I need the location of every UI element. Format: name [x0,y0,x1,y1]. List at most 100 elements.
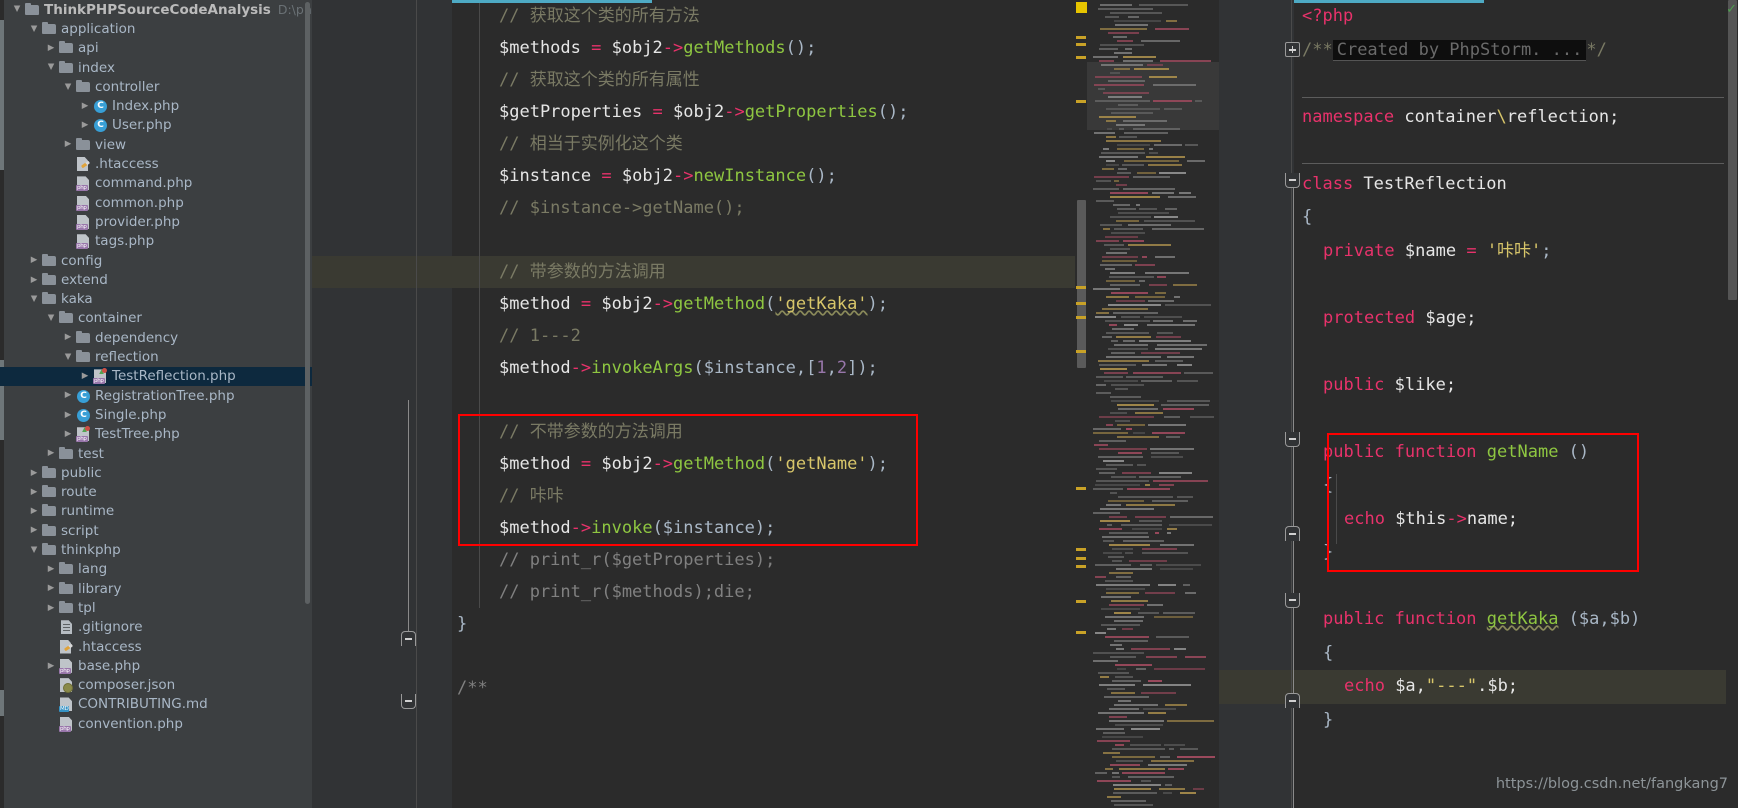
fold-marker-line44[interactable] [401,631,416,646]
warning-marker[interactable] [1076,557,1086,560]
tree-item-convention-php[interactable]: ▶convention.php [0,714,312,733]
warning-marker[interactable] [1076,43,1086,46]
chevron-right-icon[interactable]: ▶ [44,662,58,671]
tree-item-testreflection-php[interactable]: ▶ TestReflection.php [0,366,312,386]
code-line[interactable]: $method = $obj2->getMethod('getName'); [499,448,888,480]
tree-item-extend[interactable]: ▶ extend [0,270,312,289]
tree-item-lang[interactable]: ▶ lang [0,560,312,579]
tree-item-contributing-md[interactable]: ▶CONTRIBUTING.md [0,695,312,714]
code-line[interactable]: { [1323,637,1333,671]
code-line[interactable]: namespace container\reflection; [1302,101,1619,135]
chevron-down-icon[interactable]: ▼ [44,63,58,72]
chevron-right-icon[interactable]: ▶ [44,44,58,53]
code-line[interactable]: $method->invokeArgs($instance,[1,2]); [499,352,878,384]
tree-item-base-php[interactable]: ▶ base.php [0,656,312,675]
code-line[interactable]: // 带参数的方法调用 [499,256,666,288]
code-line[interactable]: $getProperties = $obj2->getProperties(); [499,96,908,128]
editor-right-code-area[interactable]: <?php /** Created by PhpStorm. ... */ namesp… [1294,0,1738,808]
tree-item-thinkphp[interactable]: ▼ thinkphp [0,540,312,559]
tree-item-controller[interactable]: ▼ controller [0,77,312,96]
code-line[interactable]: { [1302,201,1312,235]
code-line[interactable]: /** [457,672,488,704]
chevron-right-icon[interactable]: ▶ [27,488,41,497]
editor-left-pane[interactable]: 2526272829303132333435363738394041424344… [312,0,1087,808]
warning-marker[interactable] [1076,316,1086,319]
code-line[interactable]: echo $this->name; [1344,503,1518,537]
tree-item-reflection[interactable]: ▼ reflection [0,347,312,366]
code-line[interactable]: $methods = $obj2->getMethods(); [499,32,816,64]
chevron-right-icon[interactable]: ▶ [61,333,75,342]
tree-item-registrationtree-php[interactable]: ▶ RegistrationTree.php [0,386,312,405]
chevron-down-icon[interactable]: ▼ [61,83,75,92]
tree-item-thinkphpsourcecodeanalysis[interactable]: ▼ThinkPHPSourceCodeAnalysisD:\phpstudy_p… [0,0,312,19]
code-line[interactable]: public $like; [1323,369,1456,403]
editor-left-scrollbar-track[interactable] [1075,0,1087,808]
fold-marker-getname-end[interactable] [1285,526,1300,541]
code-line[interactable]: // 相当于实例化这个类 [499,128,683,160]
warning-marker[interactable] [1076,600,1086,603]
chevron-right-icon[interactable]: ▶ [44,565,58,574]
tree-item-route[interactable]: ▶ route [0,483,312,502]
tree-item-view[interactable]: ▶ view [0,135,312,154]
fold-marker-docblock[interactable] [1285,42,1300,57]
warning-marker[interactable] [1076,56,1086,59]
code-line[interactable]: $method = $obj2->getMethod('getKaka'); [499,288,888,320]
code-line[interactable]: $method->invoke($instance); [499,512,775,544]
code-line[interactable]: /** Created by PhpStorm. ... */ [1302,34,1607,68]
tree-item-application[interactable]: ▼ application [0,19,312,38]
chevron-right-icon[interactable]: ▶ [78,372,92,381]
chevron-down-icon[interactable]: ▼ [61,353,75,362]
tree-item-composer-json[interactable]: ▶composer.json [0,676,312,695]
code-line[interactable]: // 咔咔 [499,480,564,512]
chevron-down-icon[interactable]: ▼ [44,314,58,323]
tree-item-single-php[interactable]: ▶ Single.php [0,405,312,424]
editor-right-pane[interactable]: 1289101112131415161718192021222324252627… [1219,0,1738,808]
tree-item-container[interactable]: ▼ container [0,309,312,328]
tree-item-public[interactable]: ▶ public [0,463,312,482]
chevron-right-icon[interactable]: ▶ [27,469,41,478]
chevron-right-icon[interactable]: ▶ [44,449,58,458]
code-line[interactable]: <?php [1302,0,1353,34]
chevron-right-icon[interactable]: ▶ [78,121,92,130]
chevron-down-icon[interactable]: ▼ [27,546,41,555]
code-line[interactable]: // print_r($methods);die; [499,576,755,608]
tree-item-api[interactable]: ▶ api [0,39,312,58]
tree-item-library[interactable]: ▶ library [0,579,312,598]
tree-item-testtree-php[interactable]: ▶ TestTree.php [0,425,312,444]
tree-item-index[interactable]: ▼ index [0,58,312,77]
tree-item-test[interactable]: ▶ test [0,444,312,463]
editor-left-gutter[interactable] [312,0,452,808]
chevron-right-icon[interactable]: ▶ [61,430,75,439]
fold-marker-getkaka-end[interactable] [1285,693,1300,708]
code-line[interactable]: // 1---2 [499,320,581,352]
code-line[interactable]: // 不带参数的方法调用 [499,416,683,448]
code-line[interactable]: private $name = '咔咔'; [1323,235,1552,269]
warning-marker[interactable] [1076,100,1086,103]
fold-marker-class[interactable] [1285,173,1300,188]
chevron-down-icon[interactable]: ▼ [27,25,41,34]
fold-marker-getname[interactable] [1285,432,1300,447]
tree-item-gitignore[interactable]: ▶.gitignore [0,618,312,637]
chevron-right-icon[interactable]: ▶ [61,391,75,400]
chevron-right-icon[interactable]: ▶ [61,411,75,420]
tree-item-config[interactable]: ▶ config [0,251,312,270]
tree-item-user-php[interactable]: ▶ User.php [0,116,312,135]
tree-item-kaka[interactable]: ▼ kaka [0,290,312,309]
editor-left-scrollbar-thumb[interactable] [1077,200,1086,368]
code-line[interactable]: class TestReflection [1302,168,1507,202]
inspection-summary-marker[interactable] [1076,2,1087,13]
chevron-right-icon[interactable]: ▶ [27,256,41,265]
code-line[interactable]: // print_r($getProperties); [499,544,775,576]
warning-marker[interactable] [1076,487,1086,490]
code-line[interactable]: public function getName () [1323,436,1589,470]
chevron-right-icon[interactable]: ▶ [27,276,41,285]
code-line[interactable]: } [1323,536,1333,570]
chevron-right-icon[interactable]: ▶ [78,102,92,111]
tree-item-common-php[interactable]: ▶common.php [0,193,312,212]
editor-right-scrollbar-track[interactable]: ✓ [1726,0,1738,808]
editor-preview-minimap[interactable] [1087,0,1219,808]
project-tool-window[interactable]: ▼ThinkPHPSourceCodeAnalysisD:\phpstudy_p… [0,0,312,808]
warning-marker[interactable] [1076,302,1086,305]
code-line[interactable]: // $instance->getName(); [499,192,745,224]
warning-marker[interactable] [1076,286,1086,289]
